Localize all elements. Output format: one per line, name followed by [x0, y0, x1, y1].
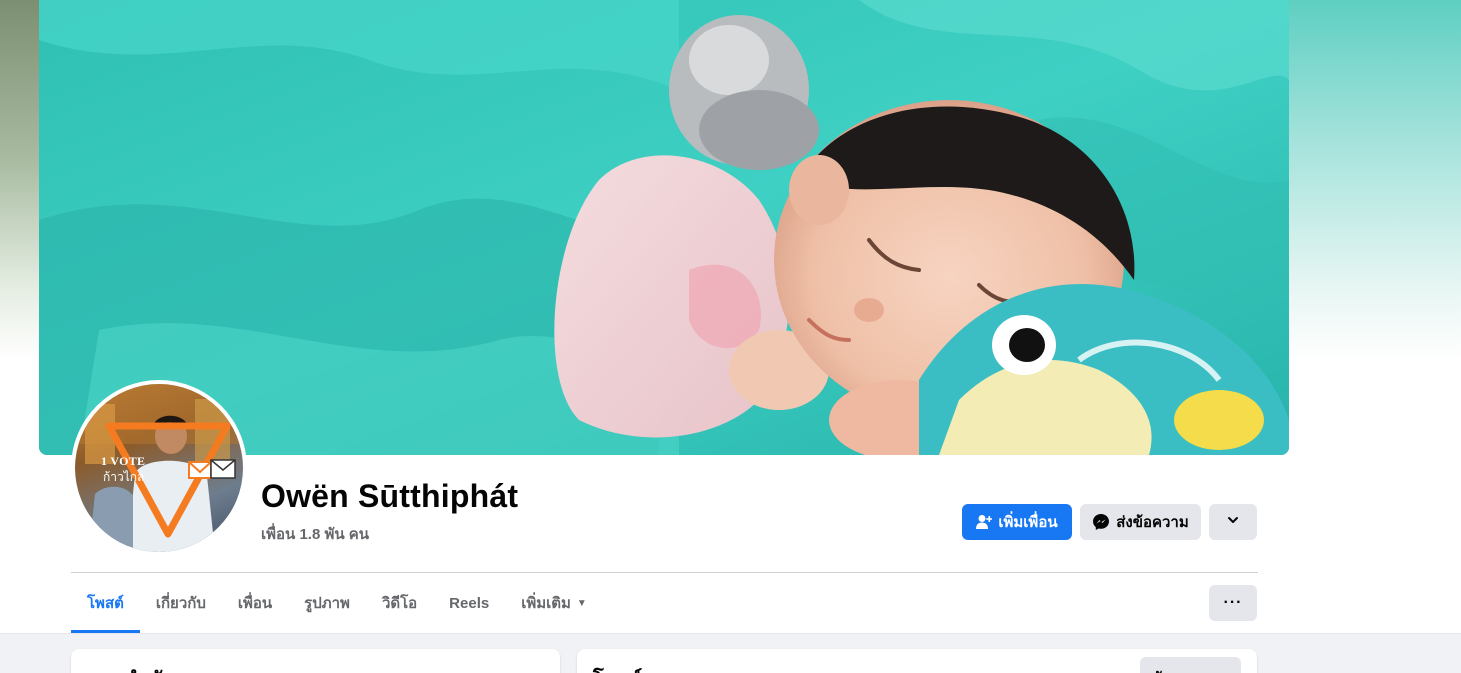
cover-background-left — [0, 0, 40, 360]
messenger-icon — [1092, 513, 1110, 531]
intro-card-title: แนะนำตัว — [87, 663, 173, 673]
tab-photos-label: รูปภาพ — [304, 595, 350, 612]
tab-posts[interactable]: โพสต์ — [71, 573, 140, 633]
tab-friends-label: เพื่อน — [237, 595, 273, 612]
tab-reels[interactable]: Reels — [433, 573, 505, 633]
profile-avatar[interactable]: 1 VOTE ก้าวไกล — [71, 380, 247, 556]
tab-videos-label: วิดีโอ — [381, 595, 418, 612]
caret-down-icon: ▼ — [576, 597, 587, 609]
tab-more-label: เพิ่มเติม — [521, 595, 571, 612]
avatar-photo: 1 VOTE ก้าวไกล — [75, 384, 243, 552]
tabs-more-button[interactable]: ··· — [1209, 585, 1257, 621]
tab-about-label: เกี่ยวกับ — [155, 595, 206, 612]
profile-tabs: โพสต์ เกี่ยวกับ เพื่อน รูปภาพ วิดีโอ Ree… — [71, 573, 603, 633]
ellipsis-icon: ··· — [1223, 594, 1243, 611]
message-label: ส่งข้อความ — [1116, 514, 1189, 531]
tab-more[interactable]: เพิ่มเติม ▼ — [505, 573, 603, 633]
tab-about[interactable]: เกี่ยวกับ — [140, 573, 222, 633]
friends-count-link[interactable]: เพื่อน 1.8 พัน คน — [261, 522, 369, 546]
profile-more-button[interactable] — [1209, 504, 1257, 540]
tab-videos[interactable]: วิดีโอ — [366, 573, 433, 633]
posts-card: โพสต์ ตัวกรอง — [577, 649, 1257, 673]
posts-card-title: โพสต์ — [593, 663, 642, 673]
tab-reels-label: Reels — [449, 594, 490, 612]
intro-card: แนะนำตัว — [71, 649, 560, 673]
message-button[interactable]: ส่งข้อความ — [1080, 504, 1201, 540]
filter-button[interactable]: ตัวกรอง — [1140, 657, 1241, 673]
tab-photos[interactable]: รูปภาพ — [288, 573, 366, 633]
add-friend-label: เพิ่มเพื่อน — [998, 514, 1058, 531]
profile-name: Owën Sūtthiphát — [261, 478, 519, 514]
tab-posts-label: โพสต์ — [87, 595, 124, 612]
tab-friends[interactable]: เพื่อน — [222, 573, 288, 633]
avatar-party-text: ก้าวไกล — [103, 470, 145, 484]
chevron-down-icon — [1226, 513, 1240, 531]
add-friend-button[interactable]: เพิ่มเพื่อน — [962, 504, 1072, 540]
add-friend-icon — [976, 514, 993, 530]
avatar-vote-text: 1 VOTE — [101, 454, 146, 468]
cover-background-right — [1286, 0, 1461, 360]
